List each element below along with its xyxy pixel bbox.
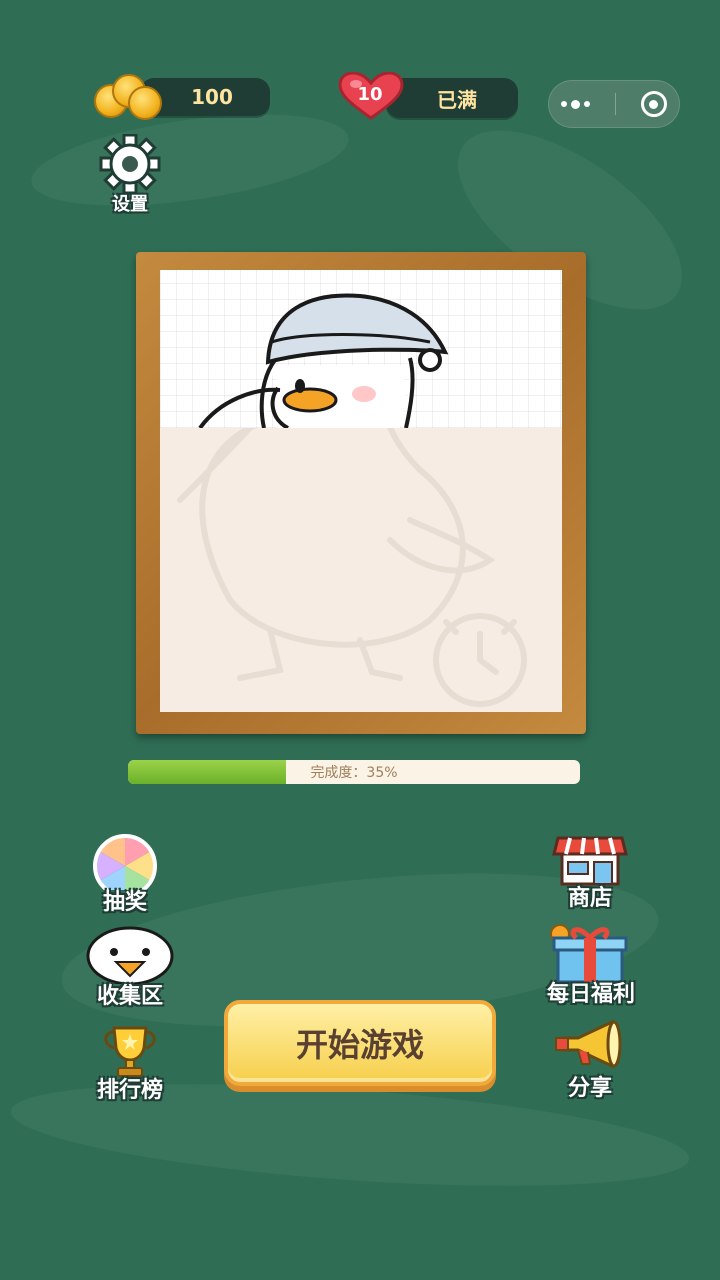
sleepy-duck-icon (198, 293, 449, 428)
collection-button[interactable]: 收集区 (78, 922, 182, 1009)
start-game-button[interactable]: 开始游戏 (224, 1000, 496, 1086)
settings-label: 设置 (112, 194, 148, 215)
heart-count: 10 (357, 84, 383, 105)
store-icon (552, 836, 628, 886)
lucky-draw-button[interactable]: 抽奖 (80, 832, 170, 915)
share-label: 分享 (567, 1076, 612, 1101)
megaphone-icon (555, 1019, 622, 1069)
store-label: 商店 (567, 886, 612, 911)
lucky-draw-label: 抽奖 (102, 890, 147, 915)
target-circle-icon[interactable] (640, 91, 667, 117)
coin-count: 100 (191, 85, 233, 109)
puzzle-canvas[interactable] (160, 270, 562, 712)
miniprogram-capsule (548, 80, 680, 128)
heart-pill: 已满 (386, 78, 518, 118)
more-dots-icon[interactable] (561, 99, 591, 109)
leaderboard-label: 排行榜 (96, 1078, 163, 1103)
share-button[interactable]: 分享 (548, 1016, 632, 1101)
settings-button[interactable]: 设置 (92, 133, 168, 215)
daily-bonus-button[interactable]: 每日福利 (532, 922, 650, 1007)
gift-box-icon (550, 924, 628, 984)
coins-icon (94, 74, 164, 120)
solved-puzzle-region (160, 270, 562, 428)
coin-counter: 100 (94, 74, 274, 120)
heart-status: 已满 (437, 87, 477, 112)
progress-text: 完成度：35% (310, 765, 398, 781)
completion-progress-bar: 完成度：35% (128, 760, 580, 784)
leaderboard-button[interactable]: 排行榜 (84, 1024, 176, 1104)
trophy-icon (104, 1026, 156, 1077)
duck-icon (86, 926, 174, 986)
store-button[interactable]: 商店 (548, 832, 632, 911)
daily-bonus-label: 每日福利 (546, 982, 635, 1007)
heart-counter: 已满 10 (338, 72, 520, 122)
gear-icon (99, 133, 161, 195)
puzzle-frame (136, 252, 586, 734)
collection-label: 收集区 (96, 984, 163, 1009)
lucky-wheel-icon (93, 834, 157, 898)
